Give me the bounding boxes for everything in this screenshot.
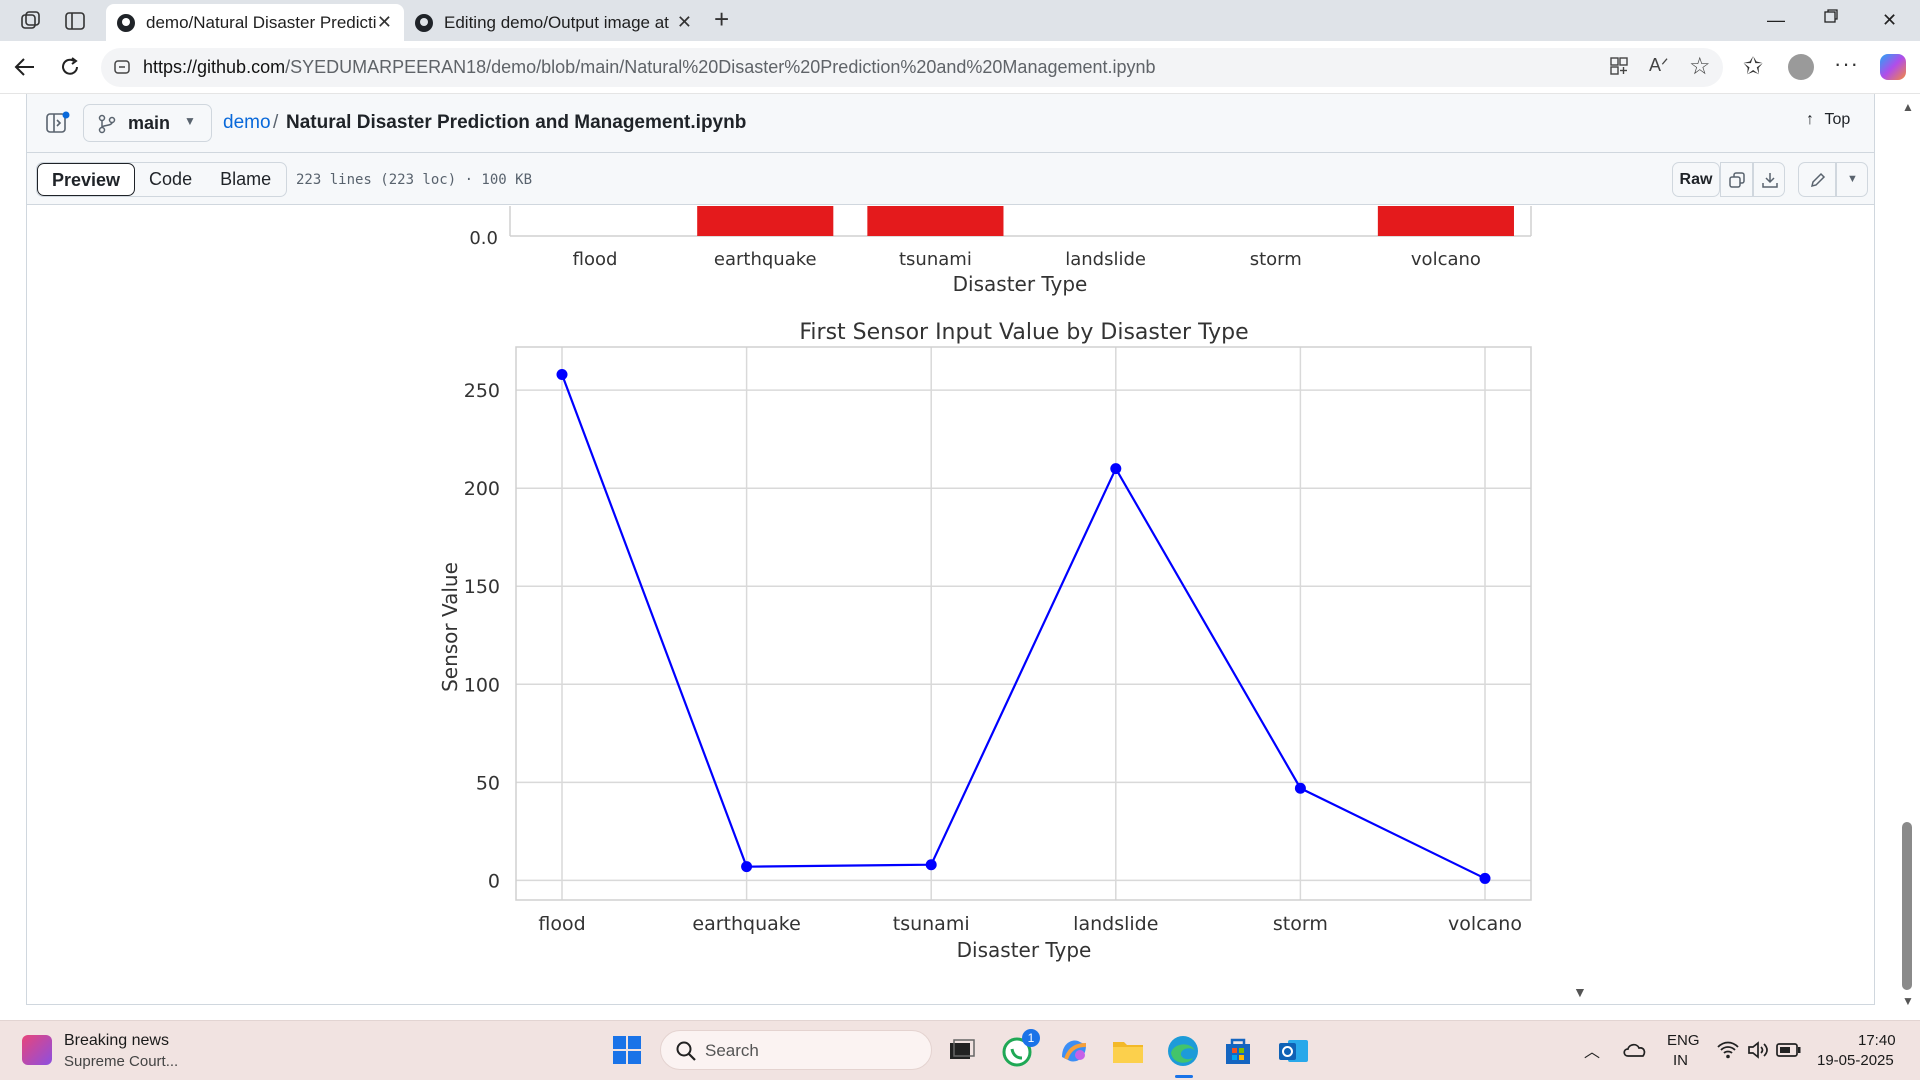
page-scrollbar[interactable]: ▲ ▼ xyxy=(1896,94,1920,1020)
news-widget[interactable]: Breaking news Supreme Court... xyxy=(20,1031,190,1073)
data-point xyxy=(1294,782,1306,794)
battery-icon[interactable] xyxy=(1776,1041,1802,1059)
copilot-app-icon[interactable] xyxy=(1056,1033,1092,1069)
bar-x-tick-label: landslide xyxy=(1065,249,1146,270)
outlook-icon[interactable] xyxy=(1276,1033,1312,1069)
bar xyxy=(1377,206,1514,236)
scroll-down-icon[interactable]: ▼ xyxy=(1902,994,1914,1008)
x-tick-label: earthquake xyxy=(692,913,800,935)
frame-scroll-down-icon[interactable]: ▼ xyxy=(1573,984,1587,1000)
x-tick-label: storm xyxy=(1273,913,1328,935)
volume-icon[interactable] xyxy=(1746,1039,1770,1061)
y-tick-label: 100 xyxy=(464,674,500,696)
bar xyxy=(867,206,1004,236)
whatsapp-icon[interactable]: 1 xyxy=(1000,1029,1040,1069)
plot-frame xyxy=(515,346,1532,901)
y-axis-label: Sensor Value xyxy=(438,562,462,692)
task-view-icon[interactable] xyxy=(944,1033,980,1069)
x-tick-label: tsunami xyxy=(893,913,970,935)
y-tick-label: 50 xyxy=(476,772,500,794)
language-indicator-line2[interactable]: IN xyxy=(1673,1052,1688,1069)
series-line xyxy=(560,374,1486,880)
data-point xyxy=(1110,463,1122,475)
show-hidden-icons-chevron-up-icon[interactable]: ︿ xyxy=(1584,1038,1600,1062)
line-chart-title: First Sensor Input Value by Disaster Typ… xyxy=(799,320,1248,345)
bar-x-tick-label: earthquake xyxy=(714,249,817,270)
scroll-thumb[interactable] xyxy=(1902,822,1912,990)
start-button[interactable] xyxy=(612,1035,642,1065)
data-point xyxy=(556,368,568,380)
taskbar-search-box[interactable]: Search xyxy=(660,1030,932,1070)
search-icon xyxy=(675,1040,697,1062)
clock-date[interactable]: 19-05-2025 xyxy=(1817,1052,1894,1069)
y-tick-label: 250 xyxy=(464,380,500,402)
onedrive-sync-icon[interactable] xyxy=(1622,1039,1648,1061)
language-indicator-line1[interactable]: ENG xyxy=(1667,1032,1700,1049)
file-explorer-icon[interactable] xyxy=(1110,1033,1146,1069)
y-tick-label: 200 xyxy=(464,478,500,500)
y-tick-label: 0 xyxy=(488,870,500,892)
bar-x-tick-label: tsunami xyxy=(899,249,972,270)
search-placeholder: Search xyxy=(705,1041,759,1060)
notification-badge: 1 xyxy=(1022,1029,1040,1047)
microsoft-store-icon[interactable] xyxy=(1220,1033,1256,1069)
x-axis-label: Disaster Type xyxy=(957,938,1092,962)
bar-chart: 0.0 flood earthquake tsunami landslide storm… xyxy=(469,206,1532,296)
active-app-indicator xyxy=(1175,1075,1193,1078)
bar-x-tick-label: flood xyxy=(573,249,618,270)
x-tick-label: volcano xyxy=(1448,913,1522,935)
bar-x-axis-label: Disaster Type xyxy=(953,272,1088,296)
bar-ytick-label: 0.0 xyxy=(469,228,498,249)
data-point xyxy=(741,861,753,873)
windows-taskbar: Breaking news Supreme Court... Search 1 … xyxy=(0,1020,1920,1080)
scroll-up-icon[interactable]: ▲ xyxy=(1902,100,1914,114)
wifi-icon[interactable] xyxy=(1716,1039,1740,1061)
data-point xyxy=(925,859,937,871)
news-icon xyxy=(22,1035,52,1065)
notebook-chart-output: 0.0 flood earthquake tsunami landslide storm… xyxy=(438,206,1532,962)
bar-x-tick-label: volcano xyxy=(1411,249,1481,270)
news-subtitle: Supreme Court... xyxy=(64,1053,179,1070)
clock-time[interactable]: 17:40 xyxy=(1858,1032,1896,1049)
news-title: Breaking news xyxy=(64,1032,169,1049)
x-tick-label: flood xyxy=(538,913,585,935)
line-chart: First Sensor Input Value by Disaster Typ… xyxy=(438,320,1532,962)
bar-x-tick-label: storm xyxy=(1250,249,1302,270)
bar xyxy=(697,206,834,236)
edge-browser-icon[interactable] xyxy=(1165,1033,1201,1078)
data-point xyxy=(1479,872,1491,884)
x-tick-label: landslide xyxy=(1073,913,1158,935)
y-tick-label: 150 xyxy=(464,576,500,598)
